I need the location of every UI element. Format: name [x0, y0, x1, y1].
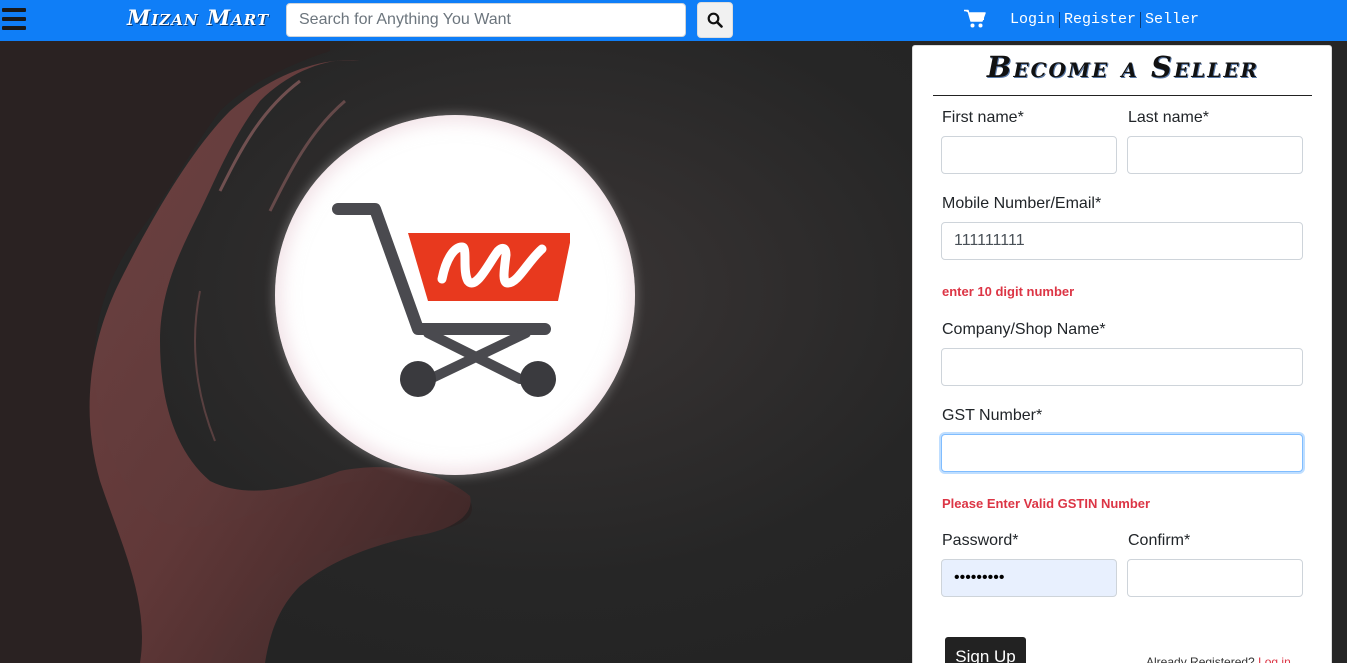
already-registered-text: Already Registered?: [1146, 655, 1255, 663]
search-icon: [707, 12, 723, 28]
gst-error-message: Please Enter Valid GSTIN Number: [942, 496, 1151, 511]
password-field[interactable]: [941, 559, 1117, 597]
form-title: Become a Seller: [986, 50, 1260, 84]
brand-logo[interactable]: Mizan Mart: [127, 5, 269, 30]
first-name-field[interactable]: [941, 136, 1117, 174]
gst-field[interactable]: [941, 434, 1303, 472]
log-in-link[interactable]: Log in: [1258, 655, 1291, 663]
last-name-label: Last name*: [1128, 109, 1209, 126]
mobile-email-field[interactable]: [941, 222, 1303, 260]
cart-icon[interactable]: [964, 9, 986, 29]
password-label: Password*: [942, 532, 1019, 549]
register-link[interactable]: Register: [1064, 11, 1136, 28]
login-link[interactable]: Login: [1010, 11, 1055, 28]
last-name-field[interactable]: [1127, 136, 1303, 174]
mobile-error-message: enter 10 digit number: [942, 284, 1075, 299]
search-button[interactable]: [697, 2, 733, 38]
seller-signup-form: Become a Seller First name* Last name* M…: [912, 45, 1332, 663]
cart-brand-logo-icon: [332, 203, 570, 397]
first-name-label: First name*: [942, 109, 1024, 126]
confirm-password-field[interactable]: [1127, 559, 1303, 597]
confirm-label: Confirm*: [1128, 532, 1191, 549]
top-navbar: Mizan Mart Login Register Seller: [0, 0, 1347, 41]
sign-up-button[interactable]: Sign Up: [945, 637, 1026, 663]
search-input[interactable]: [286, 3, 686, 37]
nav-divider: [1059, 11, 1061, 28]
gst-label: GST Number*: [942, 407, 1043, 424]
already-registered: Already Registered? Log in: [1146, 655, 1291, 663]
hamburger-menu-icon[interactable]: [2, 8, 26, 30]
nav-links: Login Register Seller: [1010, 11, 1199, 28]
title-divider: [933, 95, 1312, 96]
hero-image: [0, 41, 912, 663]
company-label: Company/Shop Name*: [942, 321, 1106, 338]
seller-link[interactable]: Seller: [1145, 11, 1199, 28]
nav-divider: [1140, 11, 1142, 28]
company-field[interactable]: [941, 348, 1303, 386]
mobile-email-label: Mobile Number/Email*: [942, 195, 1102, 212]
